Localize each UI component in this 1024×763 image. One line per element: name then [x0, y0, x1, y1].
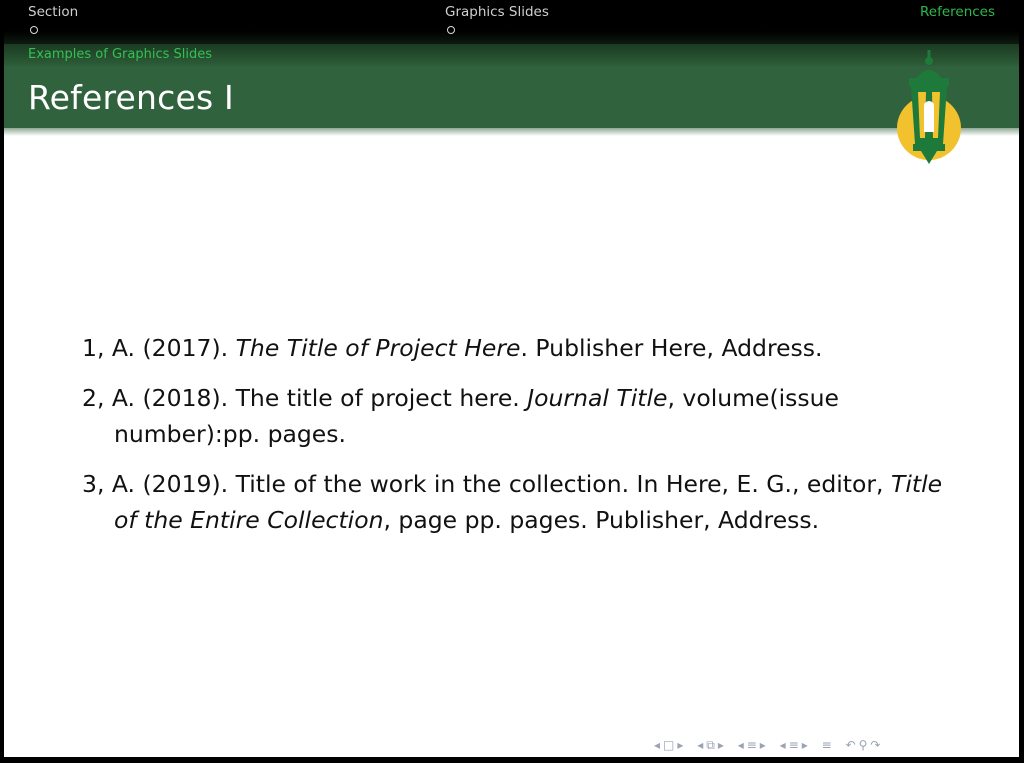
title-shadow — [4, 128, 1019, 136]
nav-presentation-icon[interactable]: ≡ — [789, 738, 799, 752]
reference-item: 2, A. (2018). The title of project here.… — [82, 380, 952, 452]
reference-text: . Publisher Here, Address. — [520, 334, 823, 362]
nav-section-dot[interactable] — [30, 26, 38, 34]
nav-next-section-icon[interactable]: ▸ — [760, 738, 766, 752]
nav-section-icon[interactable]: ≡ — [747, 738, 757, 752]
nav-next-subsection-icon[interactable]: ▸ — [718, 738, 724, 752]
nav-forward-icon[interactable]: ↷ — [870, 738, 880, 752]
nav-references-link[interactable]: References — [920, 4, 995, 20]
subsection-title[interactable]: Examples of Graphics Slides — [28, 47, 212, 62]
reference-list: 1, A. (2017). The Title of Project Here.… — [82, 330, 952, 552]
viewer-frame: Section Graphics Slides References Examp… — [0, 0, 1024, 763]
reference-item: 1, A. (2017). The Title of Project Here.… — [82, 330, 952, 366]
nav-frame-icon[interactable]: □ — [663, 738, 674, 752]
nav-graphics-slides-dot[interactable] — [447, 26, 455, 34]
reference-text: 1, A. (2017). — [82, 334, 236, 362]
nav-prev-section-icon[interactable]: ◂ — [738, 738, 744, 752]
nav-subsection-icon[interactable]: ⧉ — [706, 738, 715, 753]
nav-section-link[interactable]: Section — [28, 4, 78, 20]
reference-title: The Title of Project Here — [235, 334, 521, 362]
search-icon[interactable]: ⚲ — [859, 738, 868, 752]
reference-title: Journal Title — [527, 384, 668, 412]
nav-prev-presentation-icon[interactable]: ◂ — [780, 738, 786, 752]
reference-text: 3, A. (2019). Title of the work in the c… — [82, 470, 891, 498]
subsection-bar: Examples of Graphics Slides — [4, 44, 1019, 66]
nav-back-icon[interactable]: ↶ — [846, 738, 856, 752]
section-navigation-bar: Section Graphics Slides References — [4, 0, 1019, 44]
nav-next-frame-icon[interactable]: ▸ — [677, 738, 683, 752]
lantern-logo — [897, 50, 961, 164]
nav-graphics-slides-link[interactable]: Graphics Slides — [445, 4, 549, 20]
beamer-navigation-symbols: ◂ □ ▸ ◂ ⧉ ▸ ◂ ≡ ▸ ◂ ≡ ▸ ≡ ↶ ⚲ ↷ — [654, 738, 1019, 754]
reference-item: 3, A. (2019). Title of the work in the c… — [82, 466, 952, 538]
nav-appendix-icon[interactable]: ≡ — [822, 738, 832, 752]
nav-prev-subsection-icon[interactable]: ◂ — [697, 738, 703, 752]
reference-text: , page pp. pages. Publisher, Address. — [383, 506, 820, 534]
reference-text: 2, A. (2018). The title of project here. — [82, 384, 528, 412]
slide: Section Graphics Slides References Examp… — [4, 0, 1019, 757]
nav-prev-frame-icon[interactable]: ◂ — [654, 738, 660, 752]
frame-title: References I — [28, 78, 234, 117]
frame-title-bar: References I — [4, 66, 1019, 128]
nav-next-presentation-icon[interactable]: ▸ — [802, 738, 808, 752]
